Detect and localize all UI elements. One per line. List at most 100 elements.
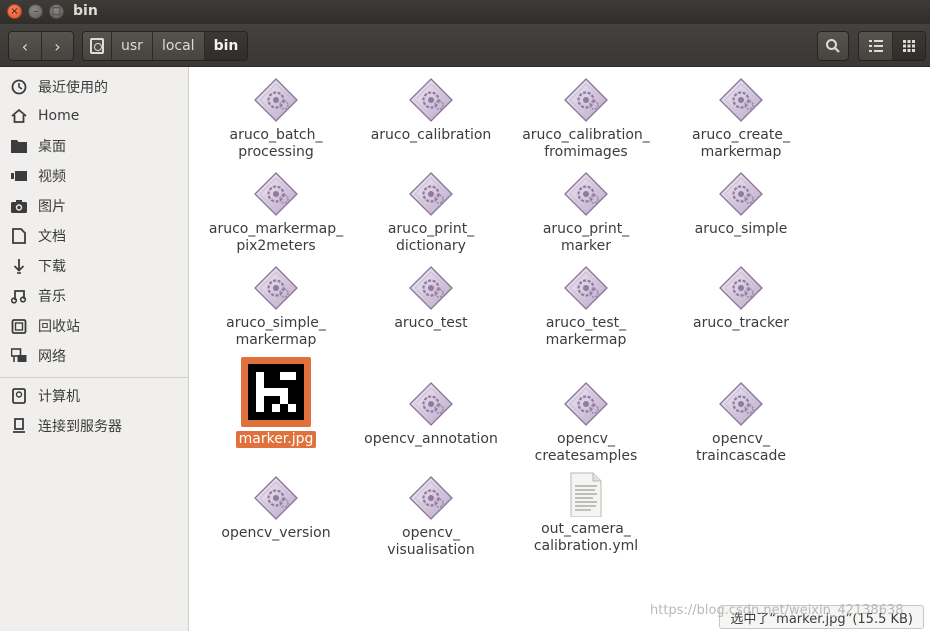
sidebar-item-desktop[interactable]: 桌面 [0,132,188,160]
sidebar-item-connect-server[interactable]: 连接到服务器 [0,412,188,440]
file-name: aruco_simple_ markermap [226,315,326,348]
executable-icon [254,266,298,310]
text-file-icon [570,472,602,517]
file-item-aruco-calibration[interactable]: aruco_calibration [356,77,506,144]
file-item-opencv-version[interactable]: opencv_version [201,475,351,542]
sidebar-item-label: 连接到服务器 [38,419,122,435]
sidebar-item-music[interactable]: 音乐 [0,282,188,310]
file-name: opencv_annotation [364,431,498,447]
sidebar-item-pictures[interactable]: 图片 [0,192,188,220]
sidebar-item-label: Home [38,108,80,124]
executable-icon [409,382,453,426]
file-name: marker.jpg [235,431,317,448]
file-item-aruco-markermap-pix2meters[interactable]: aruco_markermap_ pix2meters [201,171,351,255]
executable-icon [564,172,608,216]
executable-icon [564,78,608,122]
executable-icon [564,382,608,426]
search-icon [826,39,840,53]
breadcrumb: usr local bin [82,31,249,61]
file-item-aruco-test[interactable]: aruco_test [356,265,506,332]
file-grid: aruco_batch_ processing aruco_calibratio… [190,67,930,631]
file-item-aruco-calibration-fromimages[interactable]: aruco_calibration_ fromimages [511,77,661,161]
sidebar-item-recent[interactable]: 最近使用的 [0,73,188,101]
chevron-right-icon: › [54,36,61,56]
sidebar: 最近使用的 Home 桌面 视频 图片 文档 下载 音乐 回收站 网络 计算机 … [0,67,189,631]
toolbar: ‹ › usr local bin [0,24,930,67]
view-mode-buttons [858,31,926,61]
file-manager-window: × – □ bin ‹ › usr local bin 最近使用的 Home 桌… [0,0,930,631]
file-name: aruco_test_ markermap [545,315,627,348]
server-icon [10,417,28,435]
breadcrumb-root[interactable] [83,32,111,60]
file-item-out-camera-calibration-yml[interactable]: out_camera_ calibration.yml [511,471,661,555]
breadcrumb-usr[interactable]: usr [111,32,152,60]
sidebar-item-network[interactable]: 网络 [0,342,188,370]
file-item-opencv-createsamples[interactable]: opencv_ createsamples [511,381,661,465]
music-icon [10,287,28,305]
image-thumbnail [241,357,311,427]
file-name: opencv_ traincascade [696,431,786,464]
close-icon: × [10,5,19,17]
drive-icon [10,387,28,405]
file-item-aruco-simple-markermap[interactable]: aruco_simple_ markermap [201,265,351,349]
aruco-marker-icon [248,364,304,420]
file-name: aruco_test [394,315,468,331]
executable-icon [254,78,298,122]
executable-icon [719,382,763,426]
sidebar-item-label: 音乐 [38,289,66,305]
executable-icon [254,476,298,520]
file-item-aruco-tracker[interactable]: aruco_tracker [666,265,816,332]
sidebar-item-home[interactable]: Home [0,102,188,130]
executable-icon [564,266,608,310]
sidebar-item-trash[interactable]: 回收站 [0,312,188,340]
file-name: aruco_markermap_ pix2meters [208,221,344,254]
file-item-opencv-visualisation[interactable]: opencv_ visualisation [356,475,506,559]
executable-icon [409,172,453,216]
breadcrumb-local[interactable]: local [151,32,204,60]
minimize-icon: – [33,5,38,17]
file-item-aruco-batch-processing[interactable]: aruco_batch_ processing [201,77,351,161]
file-name: aruco_calibration_ fromimages [522,127,650,160]
back-button[interactable]: ‹ [9,32,41,60]
breadcrumb-bin[interactable]: bin [203,32,248,60]
file-item-aruco-print-dictionary[interactable]: aruco_print_ dictionary [356,171,506,255]
watermark: https://blog.csdn.net/weixin_42138638 [650,603,904,618]
maximize-window-button[interactable]: □ [49,4,64,19]
sidebar-item-documents[interactable]: 文档 [0,222,188,250]
file-item-marker-jpg[interactable]: marker.jpg [201,357,351,448]
close-window-button[interactable]: × [7,4,22,19]
file-item-aruco-test-markermap[interactable]: aruco_test_ markermap [511,265,661,349]
file-name: aruco_calibration [370,127,492,143]
sidebar-item-downloads[interactable]: 下载 [0,252,188,280]
grid-view-button[interactable] [892,32,925,60]
maximize-icon: □ [51,5,62,17]
sidebar-divider [0,377,188,378]
sidebar-item-computer[interactable]: 计算机 [0,382,188,410]
list-view-button[interactable] [859,32,892,60]
search-button[interactable] [817,31,849,61]
sidebar-item-videos[interactable]: 视频 [0,162,188,190]
file-name: aruco_print_ marker [542,221,630,254]
executable-icon [719,172,763,216]
executable-icon [409,266,453,310]
file-item-aruco-print-marker[interactable]: aruco_print_ marker [511,171,661,255]
executable-icon [409,476,453,520]
minimize-window-button[interactable]: – [28,4,43,19]
file-name: aruco_simple [694,221,788,237]
network-icon [10,347,28,365]
home-icon [10,107,28,125]
camera-icon [10,197,28,215]
folder-icon [10,137,28,155]
file-item-opencv-annotation[interactable]: opencv_annotation [356,381,506,448]
forward-button[interactable]: › [41,32,73,60]
file-item-opencv-traincascade[interactable]: opencv_ traincascade [666,381,816,465]
file-name: aruco_create_ markermap [692,127,790,160]
sidebar-item-label: 文档 [38,229,66,245]
executable-icon [719,78,763,122]
sidebar-item-label: 网络 [38,349,66,365]
file-item-aruco-simple[interactable]: aruco_simple [666,171,816,238]
sidebar-item-label: 桌面 [38,139,66,155]
file-name: aruco_print_ dictionary [387,221,475,254]
file-item-aruco-create-markermap[interactable]: aruco_create_ markermap [666,77,816,161]
executable-icon [254,172,298,216]
